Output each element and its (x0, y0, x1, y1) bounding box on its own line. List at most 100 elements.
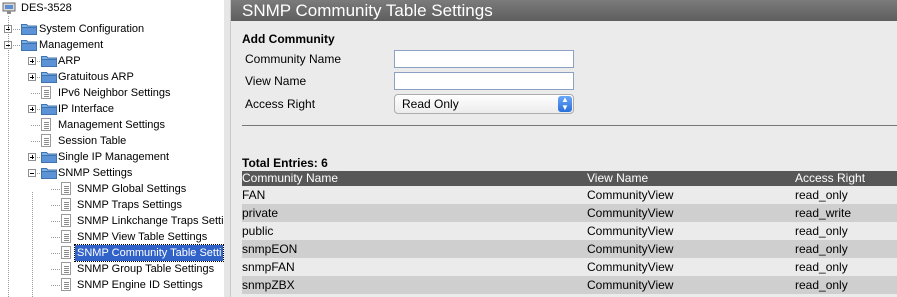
collapse-minus-icon[interactable] (28, 169, 36, 177)
page-icon (61, 230, 71, 243)
folder-icon (21, 23, 37, 35)
expand-plus-icon[interactable] (28, 73, 36, 81)
cell-view-name: CommunityView (587, 276, 795, 294)
tree-item-session-table[interactable]: Session Table (0, 133, 224, 149)
tree-item-gratuitous-arp[interactable]: Gratuitous ARP (0, 69, 224, 85)
community-table: Community Name View Name Access Right FA… (242, 171, 897, 294)
tree-root[interactable]: DES-3528 (0, 0, 224, 16)
tree-item-label: Session Table (58, 135, 127, 147)
access-right-label: Access Right (245, 97, 316, 111)
cell-view-name: CommunityView (587, 240, 795, 258)
tree-guide-line (8, 16, 9, 297)
tree-connector (51, 205, 60, 206)
table-row: snmpEON CommunityView read_only (242, 240, 897, 258)
tree-item-snmp-view-table-settings[interactable]: SNMP View Table Settings (0, 229, 224, 245)
cell-access-right: read_only (795, 258, 897, 276)
page-title: SNMP Community Table Settings (231, 0, 897, 21)
cell-community-name: public (242, 222, 587, 240)
tree-item-label: IPv6 Neighbor Settings (58, 87, 171, 99)
folder-icon (41, 167, 57, 179)
page-icon (61, 182, 71, 195)
tree-item-snmp-engine-id-settings[interactable]: SNMP Engine ID Settings (0, 277, 224, 293)
tree-item-snmp-group-table-settings[interactable]: SNMP Group Table Settings (0, 261, 224, 277)
add-community-heading: Add Community (242, 32, 335, 46)
tree-connector (51, 221, 60, 222)
tree-item-arp[interactable]: ARP (0, 53, 224, 69)
cell-community-name: snmpZBX (242, 276, 587, 294)
page-icon (61, 214, 71, 227)
community-name-input[interactable] (394, 50, 574, 68)
folder-icon (41, 151, 57, 163)
total-entries: Total Entries: 6 (242, 156, 328, 170)
cell-community-name: snmpFAN (242, 258, 587, 276)
expand-plus-icon[interactable] (28, 57, 36, 65)
cell-community-name: private (242, 204, 587, 222)
tree-item-management-settings[interactable]: Management Settings (0, 117, 224, 133)
view-name-label: View Name (245, 74, 307, 88)
cell-view-name: CommunityView (587, 222, 795, 240)
expand-plus-icon[interactable] (28, 105, 36, 113)
tree-item-snmp-settings[interactable]: SNMP Settings (0, 165, 224, 181)
tree-item-label: SNMP Engine ID Settings (77, 279, 203, 291)
tree-connector (51, 189, 60, 190)
folder-icon (21, 39, 37, 51)
expand-plus-icon[interactable] (28, 153, 36, 161)
page-icon (41, 134, 51, 147)
tree-item-label: Management (39, 39, 104, 51)
access-right-value: Read Only (402, 97, 459, 111)
tree-item-label: SNMP Group Table Settings (77, 263, 215, 275)
tree-item-ip-interface[interactable]: IP Interface (0, 101, 224, 117)
tree-item-label: SNMP Settings (58, 167, 133, 179)
cell-view-name: CommunityView (587, 204, 795, 222)
column-header-community-name: Community Name (242, 171, 587, 186)
switch-device-icon (2, 2, 16, 14)
page-icon (61, 198, 71, 211)
tree-item-label: System Configuration (39, 23, 145, 35)
tree-connector (31, 93, 40, 94)
tree-connector (11, 29, 20, 30)
tree-item-label: Gratuitous ARP (58, 71, 134, 83)
folder-icon (41, 55, 57, 67)
cell-view-name: CommunityView (587, 258, 795, 276)
tree-item-label: SNMP View Table Settings (77, 231, 208, 243)
access-right-select[interactable]: Read Only ▲ ▼ (394, 94, 574, 114)
column-header-view-name: View Name (587, 171, 795, 186)
section-divider (242, 125, 897, 126)
page-icon (41, 86, 51, 99)
cell-view-name: CommunityView (587, 186, 795, 204)
tree-connector (31, 141, 40, 142)
tree-item-ipv6-neighbor-settings[interactable]: IPv6 Neighbor Settings (0, 85, 224, 101)
tree-item-label: SNMP Global Settings (77, 183, 187, 195)
page-icon (61, 262, 71, 275)
tree-item-snmp-community-table-setti[interactable]: SNMP Community Table Setti (0, 244, 224, 262)
tree-item-management[interactable]: Management (0, 37, 224, 53)
tree-item-single-ip-management[interactable]: Single IP Management (0, 149, 224, 165)
tree-item-label: ARP (58, 55, 81, 67)
tree-item-snmp-traps-settings[interactable]: SNMP Traps Settings (0, 197, 224, 213)
cell-access-right: read_only (795, 276, 897, 294)
cell-access-right: read_only (795, 186, 897, 204)
table-row: snmpZBX CommunityView read_only (242, 276, 897, 294)
table-row: public CommunityView read_only (242, 222, 897, 240)
tree-item-label: Management Settings (58, 119, 166, 131)
community-name-label: Community Name (245, 52, 342, 66)
table-row: snmpFAN CommunityView read_only (242, 258, 897, 276)
cell-access-right: read_only (795, 240, 897, 258)
updown-arrow-icon: ▲ ▼ (558, 96, 572, 112)
tree-item-label: SNMP Linkchange Traps Setti (77, 215, 224, 227)
tree-guide-line (32, 192, 33, 297)
tree-item-system-configuration[interactable]: System Configuration (0, 21, 224, 37)
pane-divider[interactable] (224, 0, 231, 297)
cell-community-name: FAN (242, 186, 587, 204)
tree-connector (31, 125, 40, 126)
tree-item-label: Single IP Management (58, 151, 170, 163)
tree-item-snmp-linkchange-traps-setti[interactable]: SNMP Linkchange Traps Setti (0, 213, 224, 229)
page-icon (41, 118, 51, 131)
tree-root-label: DES-3528 (21, 2, 72, 14)
tree-item-snmp-global-settings[interactable]: SNMP Global Settings (0, 181, 224, 197)
view-name-input[interactable] (394, 72, 574, 90)
tree-connector (51, 237, 60, 238)
main-content: SNMP Community Table Settings Add Commun… (231, 0, 897, 297)
cell-access-right: read_only (795, 222, 897, 240)
tree-connector (11, 45, 20, 46)
